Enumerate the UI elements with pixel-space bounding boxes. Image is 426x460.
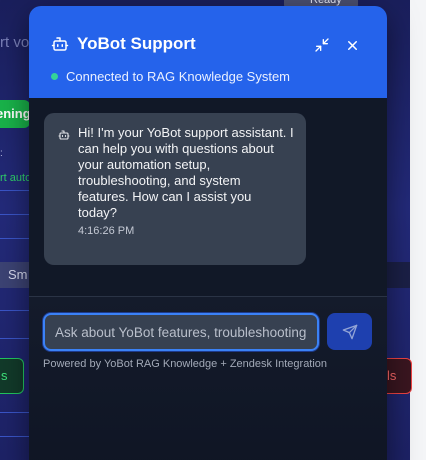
background-green-pill[interactable]: ening [0,100,30,128]
chat-input[interactable] [45,315,317,349]
background-green-outline-button[interactable]: s [0,358,24,394]
minimize-icon [315,38,329,52]
chat-input-wrapper [43,313,319,351]
close-button[interactable] [343,36,361,54]
send-button[interactable] [327,313,372,350]
background-green-text: rt auto [0,172,30,184]
connection-status-text: Connected to RAG Knowledge System [66,69,291,84]
minimize-button[interactable] [313,36,331,54]
bot-message-text: Hi! I'm your YoBot support assistant. I … [78,125,294,220]
background-divider [0,190,30,191]
bot-message-row: Hi! I'm your YoBot support assistant. I … [58,125,294,221]
background-divider [0,412,30,413]
background-input-placeholder: rt vo [0,34,30,51]
bot-message: Hi! I'm your YoBot support assistant. I … [44,113,306,265]
chat-footer: Powered by YoBot RAG Knowledge + Zendesk… [29,296,387,460]
send-icon [342,324,357,339]
chat-title: YoBot Support [77,34,196,53]
message-list: Hi! I'm your YoBot support assistant. I … [29,98,387,296]
bot-icon [51,37,69,51]
background-divider [0,310,30,311]
powered-by-note: Powered by YoBot RAG Knowledge + Zendesk… [43,358,328,370]
status-dot [51,73,58,80]
close-icon [347,40,357,50]
message-timestamp: 4:16:26 PM [78,225,135,237]
background-divider [0,214,30,215]
background-divider [0,338,30,339]
background-left-button[interactable]: Sm [0,262,30,288]
background-dot: : [0,148,3,159]
support-chat-window: YoBot Support Connected to RAG Knowledge… [29,6,387,460]
connection-status: Connected to RAG Knowledge System [51,69,290,84]
background-divider [0,238,30,239]
page-edge [410,0,426,460]
bot-icon [58,130,70,140]
chat-header: YoBot Support Connected to RAG Knowledge… [29,6,387,98]
chat-title-row: YoBot Support [51,34,196,54]
background-divider [0,436,30,437]
